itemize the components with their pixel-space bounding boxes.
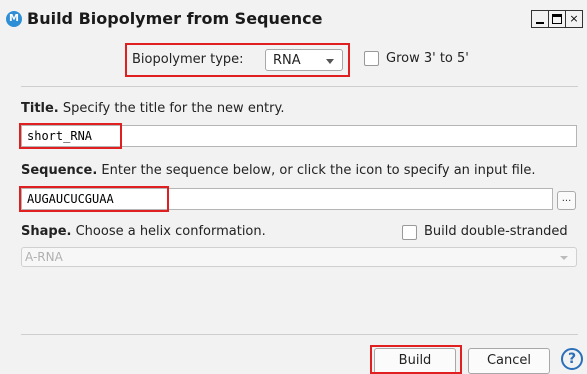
biopolymer-type-highlight: Biopolymer type: RNA <box>125 43 350 77</box>
window-controls: × <box>531 10 583 28</box>
maximize-button[interactable] <box>548 10 566 28</box>
build-highlight <box>370 345 462 374</box>
helix-conformation-value: A-RNA <box>25 250 63 264</box>
double-stranded-checkbox[interactable] <box>402 225 417 240</box>
divider <box>21 86 578 87</box>
app-icon: M <box>6 11 22 27</box>
grow-3-to-5-checkbox[interactable] <box>364 51 379 66</box>
divider <box>21 334 578 335</box>
help-icon[interactable]: ? <box>561 348 583 370</box>
biopolymer-type-label: Biopolymer type: <box>132 52 244 67</box>
sequence-description: Enter the sequence below, or click the i… <box>101 163 536 178</box>
double-stranded-label: Build double-stranded <box>424 224 568 239</box>
chevron-down-icon <box>560 256 568 260</box>
shape-description: Choose a helix conformation. <box>75 224 266 239</box>
title-section-label: Title. Specify the title for the new ent… <box>21 101 284 116</box>
helix-conformation-select[interactable]: A-RNA <box>21 247 577 267</box>
chevron-down-icon <box>326 59 334 64</box>
browse-file-button[interactable]: ... <box>557 191 576 210</box>
window-title: Build Biopolymer from Sequence <box>27 9 323 28</box>
biopolymer-type-value: RNA <box>273 53 301 68</box>
grow-3-to-5-label: Grow 3' to 5' <box>386 51 469 66</box>
title-highlight <box>19 123 122 149</box>
cancel-button[interactable]: Cancel <box>468 348 550 374</box>
shape-section-label: Shape. Choose a helix conformation. <box>21 224 266 239</box>
title-heading: Title. <box>21 101 59 116</box>
sequence-heading: Sequence. <box>21 163 98 178</box>
title-description: Specify the title for the new entry. <box>62 101 285 116</box>
biopolymer-type-select[interactable]: RNA <box>265 49 343 71</box>
sequence-highlight <box>19 186 169 212</box>
close-button[interactable]: × <box>565 10 583 28</box>
title-bar: M Build Biopolymer from Sequence × <box>0 0 587 38</box>
sequence-section-label: Sequence. Enter the sequence below, or c… <box>21 163 536 178</box>
minimize-button[interactable] <box>531 10 549 28</box>
shape-heading: Shape. <box>21 224 72 239</box>
